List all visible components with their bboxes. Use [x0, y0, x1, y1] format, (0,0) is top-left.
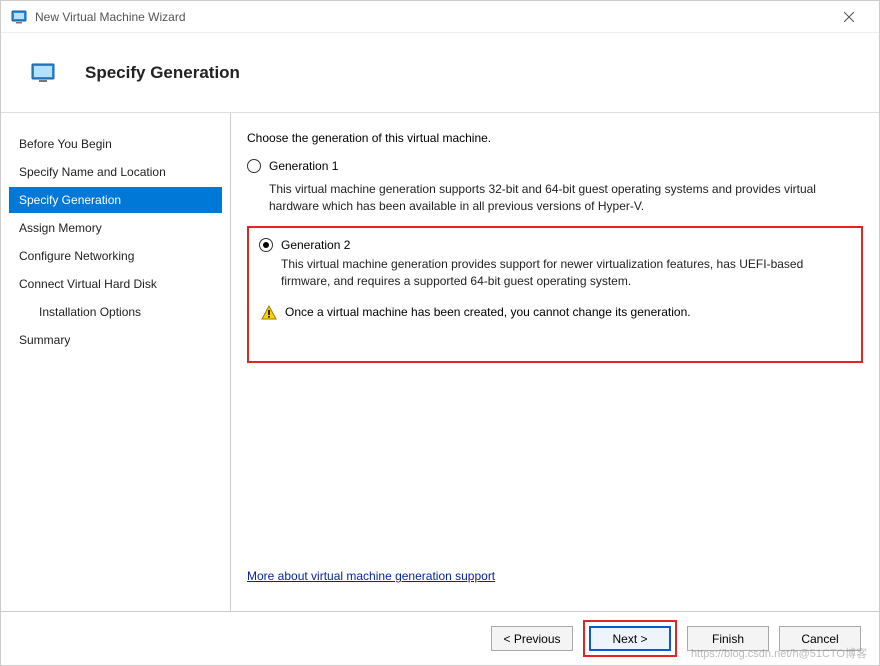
cancel-button[interactable]: Cancel [779, 626, 861, 651]
wizard-window: New Virtual Machine Wizard Specify Gener… [0, 0, 880, 666]
wizard-body: Before You Begin Specify Name and Locati… [1, 113, 879, 611]
step-summary[interactable]: Summary [9, 327, 222, 353]
next-button[interactable]: Next > [589, 626, 671, 651]
gen2-description: This virtual machine generation provides… [281, 256, 851, 291]
radio-icon [259, 238, 273, 252]
app-icon [11, 9, 27, 25]
close-icon [844, 12, 854, 22]
radio-generation-1[interactable]: Generation 1 [247, 159, 863, 173]
titlebar: New Virtual Machine Wizard [1, 1, 879, 33]
radio-label-gen2: Generation 2 [281, 238, 350, 252]
step-configure-networking[interactable]: Configure Networking [9, 243, 222, 269]
more-info-link-row: More about virtual machine generation su… [247, 569, 863, 583]
warning-icon [261, 305, 277, 321]
prompt-text: Choose the generation of this virtual ma… [247, 131, 863, 145]
gen1-description: This virtual machine generation supports… [269, 181, 863, 216]
step-installation-options[interactable]: Installation Options [9, 299, 222, 325]
wizard-footer: < Previous Next > Finish Cancel [1, 611, 879, 665]
step-connect-vhd[interactable]: Connect Virtual Hard Disk [9, 271, 222, 297]
step-specify-name-location[interactable]: Specify Name and Location [9, 159, 222, 185]
previous-button[interactable]: < Previous [491, 626, 573, 651]
finish-button[interactable]: Finish [687, 626, 769, 651]
warning-text: Once a virtual machine has been created,… [285, 305, 691, 319]
gen2-highlight: Generation 2 This virtual machine genera… [247, 226, 863, 363]
next-button-highlight: Next > [583, 620, 677, 657]
wizard-content: Choose the generation of this virtual ma… [231, 113, 879, 611]
generation-warning: Once a virtual machine has been created,… [261, 305, 851, 321]
more-info-link[interactable]: More about virtual machine generation su… [247, 569, 495, 583]
close-button[interactable] [829, 3, 869, 31]
wizard-icon [31, 63, 55, 83]
step-before-you-begin[interactable]: Before You Begin [9, 131, 222, 157]
header-band: Specify Generation [1, 33, 879, 113]
window-title: New Virtual Machine Wizard [35, 10, 829, 24]
radio-generation-2[interactable]: Generation 2 [259, 238, 851, 252]
step-assign-memory[interactable]: Assign Memory [9, 215, 222, 241]
page-title: Specify Generation [85, 63, 240, 83]
radio-icon [247, 159, 261, 173]
radio-label-gen1: Generation 1 [269, 159, 338, 173]
wizard-steps-sidebar: Before You Begin Specify Name and Locati… [1, 113, 231, 611]
step-specify-generation[interactable]: Specify Generation [9, 187, 222, 213]
